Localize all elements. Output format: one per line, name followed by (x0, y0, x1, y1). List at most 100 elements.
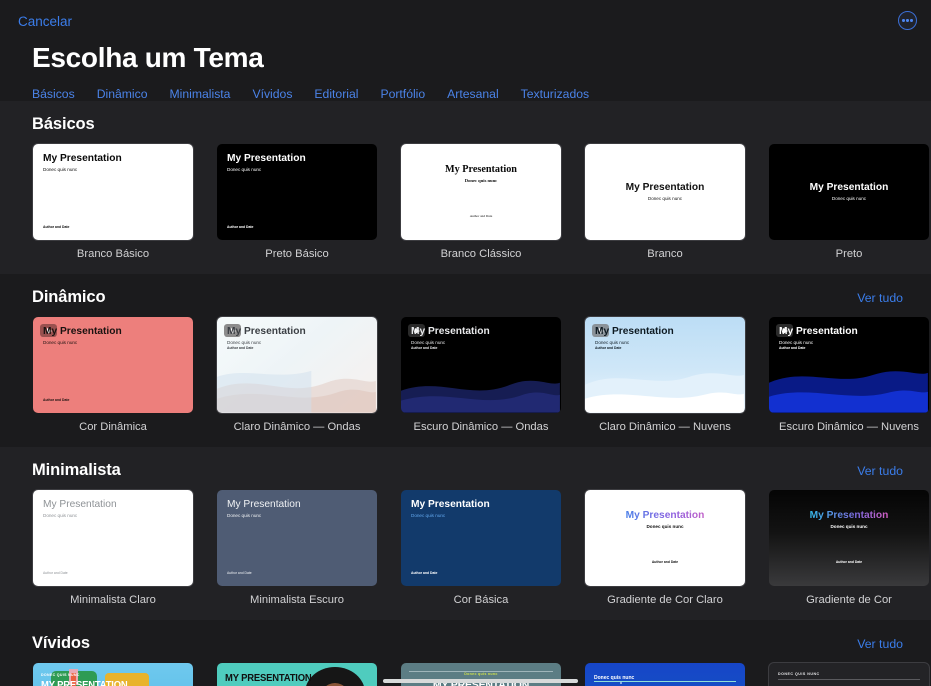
theme-card[interactable]: My Presentation Donec quis nunc Author a… (401, 144, 561, 260)
slide-footer: Author and Date (43, 398, 183, 404)
see-all-link[interactable]: Ver tudo (857, 464, 903, 478)
theme-card[interactable]: DONEC QUIS NUNC MY PRESENTATION (769, 663, 929, 686)
slide-footer: Author and Date (411, 346, 551, 352)
slide-footer: Author and Date (43, 225, 183, 231)
theme-card[interactable]: My Presentation Donec quis nunc Author a… (33, 317, 193, 433)
slide-subtitle: Donec quis nunc (830, 524, 867, 530)
category-link-portfolio[interactable]: Portfólio (380, 87, 425, 101)
cloud-decoration (769, 355, 928, 413)
theme-name: Gradiente de Cor (769, 594, 929, 606)
theme-thumbnail: My Presentation Donec quis nunc (769, 144, 929, 240)
theme-name: Escuro Dinâmico — Ondas (401, 421, 561, 433)
slide-footer: Author and Date (227, 225, 367, 231)
slide-title: My Presentation (227, 153, 367, 165)
section-title: Vívidos (32, 634, 90, 653)
theme-row: My Presentation Donec quis nunc Author a… (0, 490, 931, 606)
theme-thumbnail: My Presentation Donec quis nunc (585, 144, 745, 240)
theme-name: Claro Dinâmico — Nuvens (585, 421, 745, 433)
slide-title: MY PRESENTATION (41, 679, 171, 686)
slide-title: My Presentation (626, 182, 705, 194)
theme-chooser-window: Cancelar Escolha um Tema Básicos Dinâmic… (0, 0, 931, 686)
section-title: Básicos (32, 115, 95, 134)
theme-card[interactable]: My Presentation Donec quis nunc Author a… (217, 490, 377, 606)
theme-card[interactable]: My Presentation Donec quis nunc Author a… (401, 317, 561, 433)
theme-card[interactable]: DONEC QUIS NUNC MY PRESENTATION Donec qu… (33, 663, 193, 686)
section-basicos: Básicos My Presentation Donec quis nunc … (0, 101, 931, 274)
category-link-minimalista[interactable]: Minimalista (170, 87, 231, 101)
wave-decoration (401, 355, 560, 413)
theme-thumbnail: My Presentation Donec quis nunc Author a… (769, 317, 929, 413)
cancel-button[interactable]: Cancelar (14, 12, 76, 31)
theme-thumbnail: My Presentation Donec quis nunc Author a… (217, 144, 377, 240)
slide-subtitle: Donec quis nunc (648, 196, 682, 202)
slide-footer: Author and Date (227, 571, 367, 577)
theme-card[interactable]: Donec quis nunc (585, 663, 745, 686)
theme-thumbnail: My Presentation Donec quis nunc Author a… (401, 490, 561, 586)
category-link-basicos[interactable]: Básicos (32, 87, 75, 101)
slide-footer: Author and Date (836, 560, 862, 566)
theme-card[interactable]: My Presentation Donec quis nunc Branco (585, 144, 745, 260)
theme-card[interactable]: My Presentation Donec quis nunc Author a… (585, 317, 745, 433)
theme-thumbnail: My Presentation Donec quis nunc Author a… (217, 317, 377, 413)
theme-card[interactable]: MY PRESENTATION Donec quis nunc (217, 663, 377, 686)
cloud-decoration (585, 355, 744, 413)
theme-thumbnail: My Presentation Donec quis nunc Author a… (33, 317, 193, 413)
theme-name: Preto (769, 248, 929, 260)
window-toolbar: Cancelar (0, 0, 931, 40)
slide-title: My Presentation (227, 326, 367, 338)
slide-subtitle: Donec quis nunc (464, 672, 497, 676)
theme-card[interactable]: My Presentation Donec quis nunc Author a… (217, 144, 377, 260)
theme-thumbnail: My Presentation Donec quis nunc Author a… (585, 317, 745, 413)
section-title: Minimalista (32, 461, 121, 480)
slide-title: My Presentation (43, 499, 183, 511)
theme-thumbnail: My Presentation Donec quis nunc Author a… (33, 144, 193, 240)
category-link-dinamico[interactable]: Dinâmico (97, 87, 148, 101)
theme-card[interactable]: My Presentation Donec quis nunc Author a… (769, 317, 929, 433)
theme-thumbnail: My Presentation Donec quis nunc Author a… (401, 317, 561, 413)
see-all-link[interactable]: Ver tudo (857, 637, 903, 651)
category-nav: Básicos Dinâmico Minimalista Vívidos Edi… (0, 74, 931, 101)
theme-name: Gradiente de Cor Claro (585, 594, 745, 606)
theme-thumbnail: My Presentation Donec quis nunc Author a… (585, 490, 745, 586)
slide-title: My Presentation (411, 326, 551, 338)
slide-subtitle: Donec quis nunc (832, 196, 866, 202)
slide-footer: Author and Date (652, 560, 678, 566)
slide-title: My Presentation (411, 499, 551, 511)
theme-card[interactable]: My Presentation Donec quis nunc Author a… (401, 490, 561, 606)
theme-row: My Presentation Donec quis nunc Author a… (0, 317, 931, 433)
category-link-texturizados[interactable]: Texturizados (521, 87, 589, 101)
theme-card[interactable]: My Presentation Donec quis nunc Author a… (33, 144, 193, 260)
category-link-vividos[interactable]: Vívidos (252, 87, 292, 101)
slide-title: My Presentation (810, 510, 889, 522)
theme-thumbnail: My Presentation Donec quis nunc Author a… (769, 490, 929, 586)
theme-thumbnail: My Presentation Donec quis nunc Author a… (33, 490, 193, 586)
section-dinamico: Dinâmico Ver tudo My Presentation Donec … (0, 274, 931, 447)
theme-name: Cor Básica (401, 594, 561, 606)
theme-card[interactable]: My Presentation Donec quis nunc Author a… (33, 490, 193, 606)
slide-footer: Author and Date (411, 571, 551, 577)
theme-card[interactable]: My Presentation Donec quis nunc Author a… (217, 317, 377, 433)
slide-footer: Author and Date (227, 346, 367, 352)
wave-decoration (217, 355, 376, 413)
category-link-artesanal[interactable]: Artesanal (447, 87, 499, 101)
theme-card[interactable]: My Presentation Donec quis nunc Preto (769, 144, 929, 260)
theme-name: Preto Básico (217, 248, 377, 260)
slide-subtitle: Donec quis nunc (465, 178, 497, 184)
slide-eyebrow: DONEC QUIS NUNC (41, 673, 185, 677)
theme-thumbnail: Donec quis nunc (585, 663, 745, 686)
theme-name: Minimalista Escuro (217, 594, 377, 606)
slide-subtitle: Donec quis nunc (646, 524, 683, 530)
slide-footer: Author and Date (779, 346, 919, 352)
slide-title: My Presentation (810, 182, 889, 194)
slide-title: My Presentation (227, 499, 367, 511)
theme-card[interactable]: My Presentation Donec quis nunc Author a… (585, 490, 745, 606)
more-options-icon[interactable] (898, 11, 917, 30)
see-all-link[interactable]: Ver tudo (857, 291, 903, 305)
theme-card[interactable]: My Presentation Donec quis nunc Author a… (769, 490, 929, 606)
category-link-editorial[interactable]: Editorial (314, 87, 358, 101)
slide-title: My Presentation (445, 164, 517, 176)
slide-title: My Presentation (43, 326, 183, 338)
theme-name: Branco Clássico (401, 248, 561, 260)
slide-title: My Presentation (43, 153, 183, 165)
horizontal-scrollbar[interactable] (383, 679, 578, 683)
